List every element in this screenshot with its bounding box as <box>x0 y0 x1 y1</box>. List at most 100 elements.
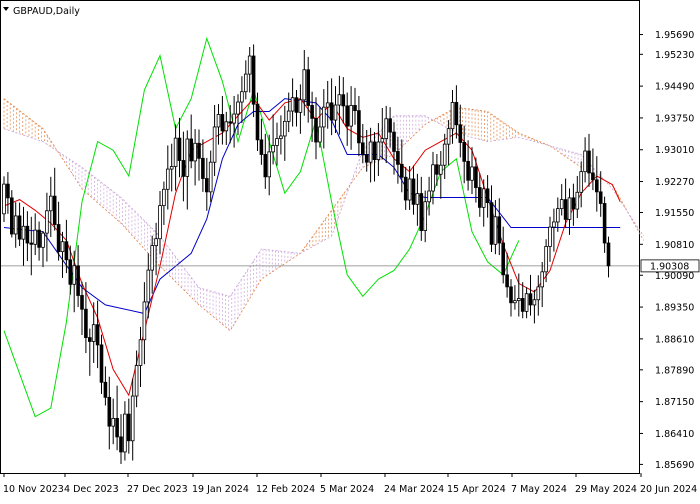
candle-body <box>333 104 338 121</box>
candle-body <box>563 199 568 220</box>
candle-body <box>470 166 474 181</box>
candle-body <box>337 94 342 106</box>
time-tick-label: 4 Dec 2023 <box>64 484 119 495</box>
candle-body <box>162 188 166 207</box>
candle-body <box>485 188 490 204</box>
candle-body <box>360 142 365 156</box>
candle-body <box>368 141 373 163</box>
candle-body <box>544 246 548 273</box>
candle-body <box>583 150 587 173</box>
candle-body <box>442 143 447 166</box>
candle-body <box>243 73 248 93</box>
candle-body <box>489 202 494 245</box>
candle-body <box>228 121 233 124</box>
candle-body <box>138 339 143 366</box>
candle-body <box>384 118 388 139</box>
candle-body <box>310 105 314 119</box>
candle-body <box>380 138 385 143</box>
current-price-label: 1.90308 <box>650 261 689 272</box>
candle-body <box>216 114 221 128</box>
candle-body <box>427 190 431 203</box>
candle-body <box>282 120 287 137</box>
candle-body <box>49 195 53 212</box>
candle-body <box>403 176 408 201</box>
candle-body <box>189 138 194 162</box>
candle-body <box>158 205 162 240</box>
candle-body <box>279 135 283 139</box>
candle-body <box>80 295 84 310</box>
price-tick-label: 1.91550 <box>655 208 694 219</box>
price-tick-label: 1.88610 <box>655 334 694 345</box>
candle-body <box>88 337 92 342</box>
candle-body <box>33 229 37 245</box>
candle-body <box>587 150 591 174</box>
chart[interactable]: 1.95690 1.95230 1.94490 1.93750 1.93010 1.922… <box>0 0 700 500</box>
time-tick-label: 10 Nov 2023 <box>3 484 64 495</box>
candle-body <box>579 171 583 193</box>
candle-body <box>25 225 30 244</box>
candle-body <box>275 138 279 146</box>
price-tick-label: 1.93010 <box>655 145 694 156</box>
candle-body <box>232 113 236 124</box>
candle-body <box>345 105 349 127</box>
time-tick-label: 7 May 2024 <box>511 484 567 495</box>
candle-body <box>286 110 291 122</box>
candle-body <box>208 161 213 193</box>
time-tick-label: 24 Mar 2024 <box>384 484 444 495</box>
candle-body <box>481 188 486 208</box>
candle-body <box>267 151 271 178</box>
candle-body <box>212 126 217 163</box>
candle-body <box>255 103 260 141</box>
candle-body <box>446 128 451 145</box>
candle-body <box>103 381 108 398</box>
candle-body <box>438 164 443 175</box>
candle-body <box>450 102 455 130</box>
candle-body <box>357 110 361 144</box>
price-chart[interactable]: 1.95690 1.95230 1.94490 1.93750 1.93010 1.922… <box>0 0 700 500</box>
candle-body <box>68 259 73 285</box>
candle-body <box>477 187 482 208</box>
candle-body <box>45 210 49 234</box>
candle-body <box>497 216 502 244</box>
candle-body <box>567 197 572 220</box>
candle-body <box>52 195 57 225</box>
price-tick-label: 1.86410 <box>655 429 694 440</box>
candle-body <box>165 168 170 190</box>
price-tick-label: 1.89350 <box>655 303 694 314</box>
candle-body <box>119 436 123 453</box>
candle-body <box>536 286 541 301</box>
candle-body <box>505 274 509 288</box>
candle-body <box>56 224 61 253</box>
candle-body <box>84 308 88 338</box>
candle-body <box>532 299 537 306</box>
candle-body <box>517 298 521 302</box>
candle-body <box>318 126 322 143</box>
candle-body <box>298 99 303 113</box>
time-tick-label: 29 May 2024 <box>575 484 637 495</box>
candle-body <box>247 55 252 75</box>
candle-body <box>591 172 595 181</box>
candle-body <box>364 154 369 163</box>
candle-body <box>6 183 10 199</box>
candle-body <box>501 242 505 276</box>
candle-body <box>435 164 439 175</box>
candle-body <box>595 179 599 193</box>
candle-body <box>127 413 131 442</box>
candle-body <box>552 221 556 228</box>
candle-body <box>76 265 80 296</box>
candle-body <box>306 69 310 106</box>
candle-body <box>197 142 201 159</box>
candle-body <box>314 117 318 143</box>
candle-body <box>540 271 544 288</box>
candle-body <box>598 191 603 204</box>
candle-body <box>240 91 244 103</box>
candle-body <box>224 121 229 132</box>
candle-body <box>263 154 268 178</box>
time-tick-label: 20 Jun 2024 <box>640 484 697 495</box>
candle-body <box>423 201 427 231</box>
candle-body <box>520 298 525 312</box>
candle-body <box>154 238 158 246</box>
price-tick-label: 1.92270 <box>655 177 694 188</box>
candle-body <box>271 145 275 153</box>
price-tick-label: 1.90810 <box>655 240 694 251</box>
